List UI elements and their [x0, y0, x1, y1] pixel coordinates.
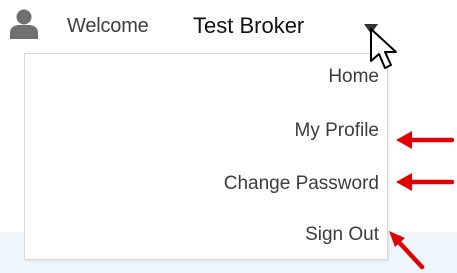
- screenshot-stage: Welcome Test Broker Home My Profile Chan…: [0, 0, 457, 273]
- menu-item-change-password[interactable]: Change Password: [224, 173, 379, 195]
- menu-item-sign-out[interactable]: Sign Out: [305, 224, 379, 246]
- menu-item-my-profile[interactable]: My Profile: [295, 120, 379, 142]
- user-name[interactable]: Test Broker: [193, 13, 304, 39]
- annotation-arrow-icon: [389, 231, 425, 270]
- user-dropdown-menu: Home My Profile Change Password Sign Out: [24, 53, 388, 260]
- mouse-pointer-icon: [370, 28, 397, 69]
- annotation-arrow-icon: [396, 173, 454, 191]
- user-silhouette-icon: [10, 9, 38, 39]
- welcome-label: Welcome: [67, 15, 149, 37]
- annotation-arrow-icon: [396, 131, 454, 149]
